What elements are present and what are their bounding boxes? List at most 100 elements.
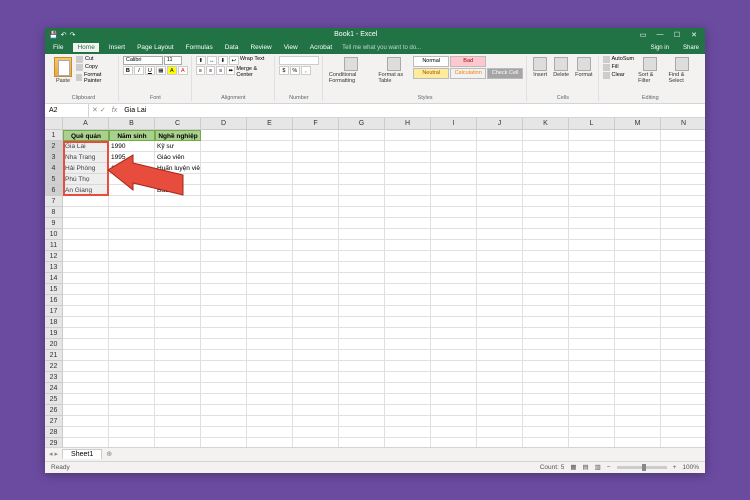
cell-N5[interactable] [661, 174, 705, 185]
share-button[interactable]: Share [683, 45, 699, 51]
cell-G11[interactable] [339, 240, 385, 251]
cut-button[interactable]: Cut [76, 56, 115, 63]
cell-A5[interactable]: Phú Thọ [63, 174, 109, 185]
cell-M27[interactable] [615, 416, 661, 427]
col-header-N[interactable]: N [661, 118, 705, 129]
cell-D7[interactable] [201, 196, 247, 207]
cell-D3[interactable] [201, 152, 247, 163]
cell-N13[interactable] [661, 262, 705, 273]
cell-C25[interactable] [155, 394, 201, 405]
col-header-I[interactable]: I [431, 118, 477, 129]
cell-F2[interactable] [293, 141, 339, 152]
cell-E11[interactable] [247, 240, 293, 251]
cell-C27[interactable] [155, 416, 201, 427]
cell-N28[interactable] [661, 427, 705, 438]
cell-G7[interactable] [339, 196, 385, 207]
cell-M9[interactable] [615, 218, 661, 229]
cell-I28[interactable] [431, 427, 477, 438]
cell-I15[interactable] [431, 284, 477, 295]
cell-M17[interactable] [615, 306, 661, 317]
cell-D6[interactable] [201, 185, 247, 196]
underline-button[interactable]: U [145, 66, 155, 75]
cell-A9[interactable] [63, 218, 109, 229]
cell-F28[interactable] [293, 427, 339, 438]
cell-A20[interactable] [63, 339, 109, 350]
cell-G4[interactable] [339, 163, 385, 174]
conditional-formatting-button[interactable]: Conditional Formatting [327, 56, 374, 85]
cell-D15[interactable] [201, 284, 247, 295]
cell-K7[interactable] [523, 196, 569, 207]
cell-D29[interactable] [201, 438, 247, 447]
cell-A17[interactable] [63, 306, 109, 317]
cell-L18[interactable] [569, 317, 615, 328]
cell-F12[interactable] [293, 251, 339, 262]
percent-button[interactable]: % [290, 66, 300, 75]
new-sheet-button[interactable]: ⊕ [106, 450, 112, 458]
style-calculation[interactable]: Calculation [450, 68, 486, 79]
cell-H25[interactable] [385, 394, 431, 405]
cell-H8[interactable] [385, 207, 431, 218]
view-break-icon[interactable]: ▥ [595, 463, 601, 471]
cell-L3[interactable] [569, 152, 615, 163]
cell-D8[interactable] [201, 207, 247, 218]
merge-button[interactable]: ⬌ [226, 66, 235, 75]
cell-B16[interactable] [109, 295, 155, 306]
row-header-2[interactable]: 2 [45, 141, 62, 152]
row-header-26[interactable]: 26 [45, 405, 62, 416]
cell-J9[interactable] [477, 218, 523, 229]
cell-C26[interactable] [155, 405, 201, 416]
cell-C4[interactable]: Huấn luyện viên [155, 163, 201, 174]
sign-in-link[interactable]: Sign in [651, 45, 669, 51]
cell-K14[interactable] [523, 273, 569, 284]
close-icon[interactable]: ✕ [687, 31, 701, 39]
cell-C5[interactable]: Ca sĩ [155, 174, 201, 185]
row-header-19[interactable]: 19 [45, 328, 62, 339]
cell-E16[interactable] [247, 295, 293, 306]
cell-K23[interactable] [523, 372, 569, 383]
col-header-M[interactable]: M [615, 118, 661, 129]
cell-A15[interactable] [63, 284, 109, 295]
cell-L10[interactable] [569, 229, 615, 240]
cell-J23[interactable] [477, 372, 523, 383]
menu-layout[interactable]: Page Layout [135, 44, 176, 51]
cell-B14[interactable] [109, 273, 155, 284]
cell-G3[interactable] [339, 152, 385, 163]
cell-A25[interactable] [63, 394, 109, 405]
cell-F25[interactable] [293, 394, 339, 405]
cell-E12[interactable] [247, 251, 293, 262]
cell-N29[interactable] [661, 438, 705, 447]
cell-L1[interactable] [569, 130, 615, 141]
cell-H1[interactable] [385, 130, 431, 141]
comma-button[interactable]: , [301, 66, 311, 75]
cell-K2[interactable] [523, 141, 569, 152]
cell-F26[interactable] [293, 405, 339, 416]
row-header-9[interactable]: 9 [45, 218, 62, 229]
fx-icon[interactable]: fx [109, 107, 120, 114]
cell-B1[interactable]: Năm sinh [109, 130, 155, 141]
cell-L24[interactable] [569, 383, 615, 394]
cell-I4[interactable] [431, 163, 477, 174]
row-header-6[interactable]: 6 [45, 185, 62, 196]
zoom-out-button[interactable]: − [607, 464, 611, 471]
cell-I11[interactable] [431, 240, 477, 251]
cell-D17[interactable] [201, 306, 247, 317]
cell-K29[interactable] [523, 438, 569, 447]
cell-C7[interactable] [155, 196, 201, 207]
cell-B29[interactable] [109, 438, 155, 447]
cell-L12[interactable] [569, 251, 615, 262]
cell-L6[interactable] [569, 185, 615, 196]
cell-I5[interactable] [431, 174, 477, 185]
cell-J7[interactable] [477, 196, 523, 207]
row-header-12[interactable]: 12 [45, 251, 62, 262]
col-header-F[interactable]: F [293, 118, 339, 129]
cell-J16[interactable] [477, 295, 523, 306]
cell-M22[interactable] [615, 361, 661, 372]
cell-E17[interactable] [247, 306, 293, 317]
name-box[interactable]: A2 [45, 104, 89, 117]
cell-F14[interactable] [293, 273, 339, 284]
cell-K22[interactable] [523, 361, 569, 372]
align-top-button[interactable]: ⬆ [196, 56, 206, 65]
cell-L8[interactable] [569, 207, 615, 218]
cell-J26[interactable] [477, 405, 523, 416]
cell-C22[interactable] [155, 361, 201, 372]
